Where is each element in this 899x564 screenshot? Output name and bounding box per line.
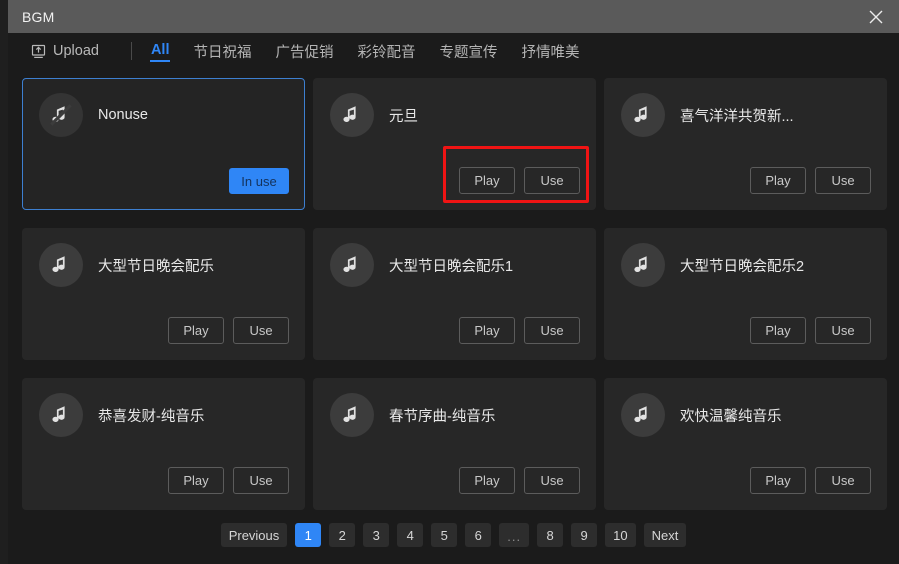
card-actions: Play Use	[750, 167, 871, 194]
tab-category-3[interactable]: 彩铃配音	[356, 39, 416, 64]
upload-button[interactable]: Upload	[30, 43, 99, 60]
card-header: 大型节日晚会配乐1	[314, 229, 595, 287]
pagination: Previous 1 2 3 4 5 6... 8 9 10 Next	[8, 523, 899, 547]
toolbar: Upload All 节日祝福 广告促销 彩铃配音 专题宣传 抒情唯美	[8, 33, 899, 69]
pagination-previous[interactable]: Previous	[220, 523, 288, 547]
pagination-page-10[interactable]: 10	[605, 523, 636, 547]
bgm-card[interactable]: 元旦 Play Use	[313, 78, 596, 210]
card-actions: Play Use	[459, 167, 580, 194]
card-actions: Play Use	[750, 317, 871, 344]
card-title: 喜气洋洋共贺新...	[680, 108, 794, 125]
card-title: 元旦	[389, 108, 418, 125]
use-button[interactable]: Use	[233, 467, 289, 494]
music-note-icon	[39, 243, 83, 287]
bgm-card[interactable]: 恭喜发财-纯音乐 Play Use	[22, 378, 305, 510]
bgm-card[interactable]: 欢快温馨纯音乐 Play Use	[604, 378, 887, 510]
music-note-icon	[330, 93, 374, 137]
use-button[interactable]: Use	[524, 167, 580, 194]
close-icon	[868, 9, 884, 25]
dialog-title: BGM	[22, 8, 55, 25]
card-actions: Play Use	[459, 467, 580, 494]
play-button[interactable]: Play	[168, 317, 224, 344]
card-title: Nonuse	[98, 107, 148, 123]
bgm-card-grid: Nonuse In use 元旦 Play Use 喜气洋洋共贺新... Play Use 大型…	[22, 78, 894, 510]
play-button[interactable]: Play	[459, 167, 515, 194]
use-button[interactable]: Use	[524, 317, 580, 344]
dialog-titlebar: BGM	[8, 0, 899, 33]
pagination-ellipsis: ...	[499, 523, 530, 547]
music-note-icon	[621, 93, 665, 137]
music-note-icon	[330, 243, 374, 287]
pagination-page-8[interactable]: 8	[537, 523, 564, 547]
music-note-icon	[621, 393, 665, 437]
card-title: 恭喜发财-纯音乐	[98, 408, 205, 425]
category-tabs: All 节日祝福 广告促销 彩铃配音 专题宣传 抒情唯美	[149, 39, 581, 64]
upload-icon	[30, 43, 47, 60]
play-button[interactable]: Play	[459, 317, 515, 344]
card-actions: Play Use	[459, 317, 580, 344]
tab-category-4[interactable]: 专题宣传	[438, 39, 498, 64]
pagination-page-1[interactable]: 1	[295, 523, 322, 547]
tab-all[interactable]: All	[149, 40, 171, 62]
pagination-page-9[interactable]: 9	[571, 523, 598, 547]
use-button[interactable]: Use	[233, 317, 289, 344]
play-button[interactable]: Play	[750, 167, 806, 194]
pagination-page-4[interactable]: 4	[397, 523, 424, 547]
play-button[interactable]: Play	[168, 467, 224, 494]
use-button[interactable]: Use	[524, 467, 580, 494]
bgm-dialog: BGM Upload All 节日祝福 广告促销 彩铃配音 专题宣传 抒情唯美 …	[0, 0, 899, 564]
pagination-page-5[interactable]: 5	[431, 523, 458, 547]
music-note-muted-icon	[39, 93, 83, 137]
card-actions: Play Use	[168, 317, 289, 344]
play-button[interactable]: Play	[459, 467, 515, 494]
card-actions: Play Use	[168, 467, 289, 494]
upload-label: Upload	[53, 43, 99, 59]
pagination-page-6[interactable]: 6	[465, 523, 492, 547]
pagination-page-3[interactable]: 3	[363, 523, 390, 547]
close-button[interactable]	[853, 0, 899, 33]
bgm-card[interactable]: 大型节日晚会配乐 Play Use	[22, 228, 305, 360]
card-actions: Play Use	[750, 467, 871, 494]
tab-category-2[interactable]: 广告促销	[274, 39, 334, 64]
card-title: 大型节日晚会配乐1	[389, 258, 514, 275]
music-note-icon	[330, 393, 374, 437]
bgm-card[interactable]: Nonuse In use	[22, 78, 305, 210]
use-button[interactable]: Use	[815, 167, 871, 194]
bgm-card[interactable]: 春节序曲-纯音乐 Play Use	[313, 378, 596, 510]
card-title: 大型节日晚会配乐	[98, 258, 214, 275]
play-button[interactable]: Play	[750, 467, 806, 494]
card-header: 大型节日晚会配乐2	[605, 229, 886, 287]
card-header: 大型节日晚会配乐	[23, 229, 304, 287]
card-header: 喜气洋洋共贺新...	[605, 79, 886, 137]
bgm-card[interactable]: 大型节日晚会配乐2 Play Use	[604, 228, 887, 360]
use-button[interactable]: Use	[815, 467, 871, 494]
pagination-next[interactable]: Next	[643, 523, 687, 547]
card-header: 元旦	[314, 79, 595, 137]
card-header: 恭喜发财-纯音乐	[23, 379, 304, 437]
tab-category-1[interactable]: 节日祝福	[192, 39, 252, 64]
card-title: 春节序曲-纯音乐	[389, 408, 496, 425]
card-header: 春节序曲-纯音乐	[314, 379, 595, 437]
in-use-button[interactable]: In use	[229, 168, 289, 194]
card-title: 大型节日晚会配乐2	[680, 258, 805, 275]
card-header: 欢快温馨纯音乐	[605, 379, 886, 437]
music-note-icon	[39, 393, 83, 437]
tab-category-5[interactable]: 抒情唯美	[520, 39, 580, 64]
play-button[interactable]: Play	[750, 317, 806, 344]
pagination-page-2[interactable]: 2	[329, 523, 356, 547]
bgm-card[interactable]: 大型节日晚会配乐1 Play Use	[313, 228, 596, 360]
dialog-body: Upload All 节日祝福 广告促销 彩铃配音 专题宣传 抒情唯美 Nonuse In …	[8, 33, 899, 564]
bgm-card[interactable]: 喜气洋洋共贺新... Play Use	[604, 78, 887, 210]
use-button[interactable]: Use	[815, 317, 871, 344]
toolbar-divider	[130, 42, 132, 60]
card-actions: In use	[229, 168, 289, 194]
card-title: 欢快温馨纯音乐	[680, 408, 782, 425]
music-note-icon	[621, 243, 665, 287]
card-header: Nonuse	[23, 79, 304, 137]
